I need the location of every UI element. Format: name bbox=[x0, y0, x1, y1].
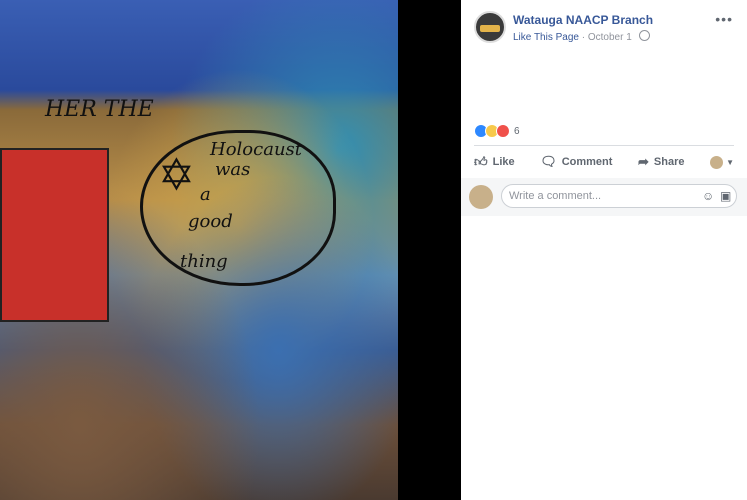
share-button[interactable]: ➦ Share bbox=[638, 154, 684, 170]
meta-separator: · bbox=[581, 32, 586, 43]
thumb-up-icon: 👍︎ bbox=[474, 154, 488, 169]
react-as-avatar bbox=[710, 155, 724, 169]
share-label: Share bbox=[653, 156, 685, 168]
globe-icon bbox=[638, 30, 650, 41]
page-name-link[interactable]: Watauga NAACP Branch bbox=[513, 13, 653, 27]
share-arrow-icon: ➦ bbox=[638, 154, 649, 169]
page-avatar[interactable] bbox=[474, 11, 506, 43]
like-button[interactable]: 👍︎ Like bbox=[474, 154, 515, 170]
like-label: Like bbox=[492, 156, 515, 168]
graffiti-line-1: Holocaust bbox=[210, 139, 303, 160]
comment-composer: Write a comment... ☺ ▣ bbox=[461, 178, 747, 216]
emoji-icon[interactable]: ☺ bbox=[702, 189, 714, 203]
photo-letterbox bbox=[398, 0, 461, 500]
react-as-selector[interactable]: ▼ bbox=[710, 155, 734, 169]
sticker-icon[interactable]: ▣ bbox=[720, 189, 731, 203]
chevron-down-icon: ▼ bbox=[726, 157, 734, 167]
post-meta: Like This Page · October 1 bbox=[513, 30, 650, 43]
reaction-count: 6 bbox=[514, 125, 520, 137]
post-sidebar: Watauga NAACP Branch Like This Page · Oc… bbox=[461, 0, 747, 500]
graffiti-red-block bbox=[0, 148, 109, 322]
user-avatar bbox=[469, 185, 493, 209]
graffiti-top-text: HER THE bbox=[45, 97, 154, 122]
reaction-summary[interactable]: 6 bbox=[474, 124, 520, 138]
comment-label: Comment bbox=[561, 156, 613, 168]
divider-top bbox=[474, 145, 734, 146]
more-dots-icon[interactable]: ••• bbox=[715, 11, 733, 27]
like-page-link[interactable]: Like This Page bbox=[513, 32, 579, 43]
graffiti-line-2: was bbox=[215, 159, 251, 180]
post-date-link[interactable]: October 1 bbox=[588, 32, 632, 43]
angry-reaction-icon bbox=[496, 124, 510, 138]
post-actions: 👍︎ Like 🗨︎ Comment ➦ Share ▼ bbox=[474, 151, 734, 173]
star-of-david-icon: ✡ bbox=[158, 151, 195, 200]
comment-bubble-icon: 🗨︎ bbox=[540, 154, 557, 169]
graffiti-line-3: a bbox=[200, 184, 211, 205]
graffiti-line-4: good bbox=[188, 211, 233, 232]
comment-button[interactable]: 🗨︎ Comment bbox=[540, 154, 612, 170]
post-photo[interactable]: ✡ HER THE Holocaust was a good thing bbox=[0, 0, 398, 500]
graffiti-line-5: thing bbox=[180, 251, 228, 272]
